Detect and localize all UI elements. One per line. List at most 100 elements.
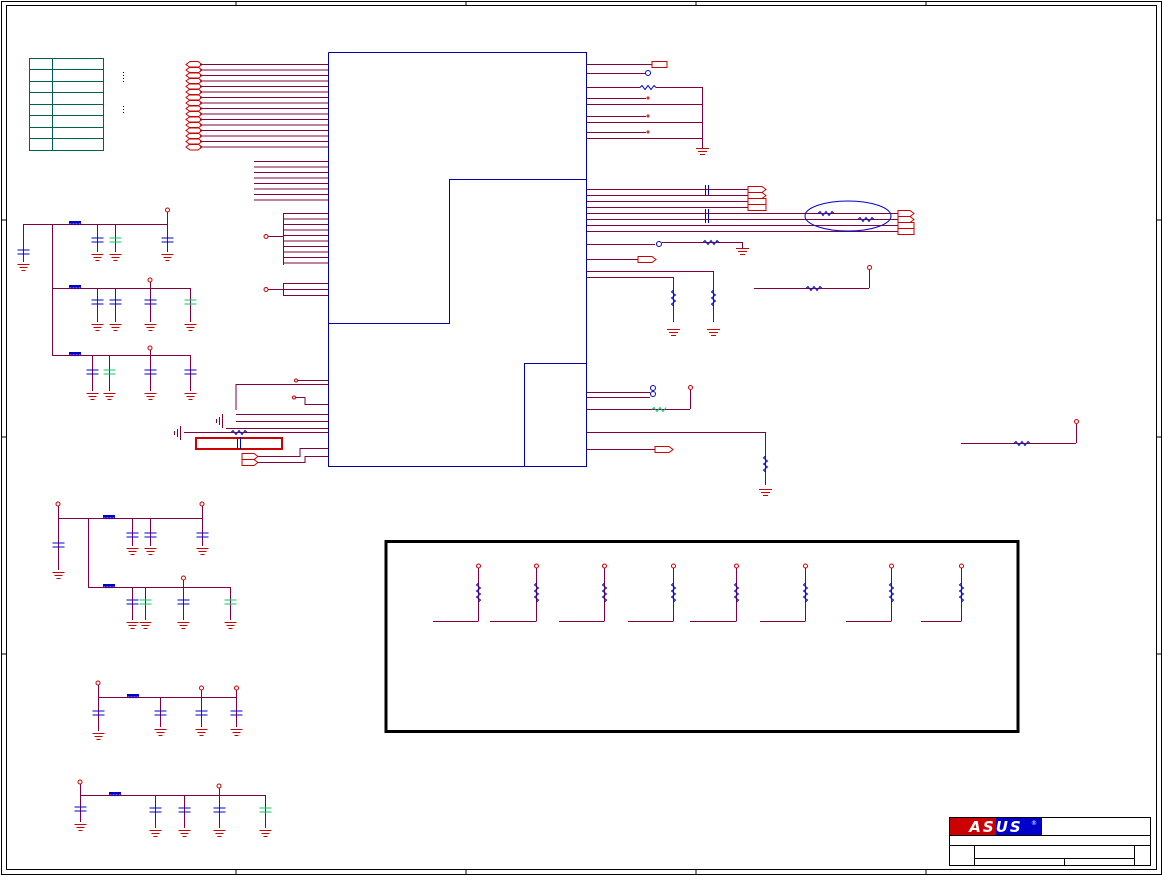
- right-signal-wires: [587, 64, 1077, 485]
- power-icon: [602, 563, 607, 569]
- off-page-connector-icon: [897, 228, 915, 235]
- ground-icon: [224, 622, 237, 629]
- power-icon: [734, 563, 739, 569]
- power-icon: [671, 563, 676, 569]
- ferrite-bead-icon: [69, 352, 81, 354]
- ground-icon: [86, 393, 99, 400]
- power-icon: [889, 563, 894, 569]
- ground-icon: [109, 324, 122, 331]
- sheet-frame: [1, 1, 1162, 875]
- power-icon: [216, 783, 222, 789]
- power-icon: [147, 345, 153, 351]
- ground-icon: [196, 548, 209, 555]
- ground-icon: [736, 248, 749, 255]
- ground-icon: [230, 729, 243, 736]
- off-page-connector-icon: [637, 256, 657, 263]
- test-point-icon: [650, 391, 656, 397]
- power-decoupling-groups: [17, 207, 272, 837]
- ferrite-bead-icon: [103, 515, 115, 517]
- ground-icon: [759, 489, 772, 496]
- test-point-icon: [645, 70, 651, 76]
- ground-icon: [144, 393, 157, 400]
- ground-icon: [707, 329, 720, 336]
- ground-icon: [177, 622, 190, 629]
- ground-icon: [195, 729, 208, 736]
- power-icon: [959, 563, 964, 569]
- ground-icon: [109, 254, 122, 261]
- power-icon: [234, 685, 239, 691]
- power-icon: [165, 207, 170, 213]
- ground-icon: [126, 622, 139, 629]
- ferrite-bead-icon: [103, 584, 115, 586]
- ground-icon: [74, 824, 87, 831]
- off-page-connector-icon: [651, 61, 668, 68]
- off-page-connector-icon: [747, 198, 767, 205]
- power-icon: [867, 265, 872, 270]
- power-icon: [476, 563, 481, 569]
- strap-resistors: [433, 563, 965, 622]
- resistor-icon: [639, 84, 657, 91]
- power-icon: [95, 680, 101, 686]
- power-icon: [803, 563, 808, 569]
- left-bus-connectors: [185, 61, 269, 292]
- left-bus-wires: [200, 64, 328, 296]
- ground-icon: [91, 324, 104, 331]
- off-page-connector-icon: [747, 204, 767, 211]
- ground-icon: [92, 733, 105, 740]
- power-icon: [55, 501, 61, 507]
- ground-icon: [259, 830, 272, 837]
- schematic-sheet: ASUS ®: [1, 1, 1162, 875]
- chip-left-lower-wires: [184, 380, 328, 463]
- logo-text: ASUS: [968, 818, 1022, 836]
- ground-icon: [149, 830, 162, 837]
- power-icon: [199, 501, 205, 507]
- power-icon: [199, 685, 204, 691]
- registered-mark: ®: [1031, 820, 1037, 827]
- ferrite-bead-icon: [69, 221, 81, 223]
- off-page-connector-icon: [241, 459, 259, 466]
- ground-icon: [174, 426, 181, 440]
- ground-icon: [213, 830, 226, 837]
- test-point-icon: [650, 385, 656, 391]
- ground-icon: [161, 254, 174, 261]
- strap-table: [29, 58, 104, 151]
- off-page-connector-icon: [654, 446, 674, 453]
- right-components: [637, 61, 1079, 496]
- ferrite-bead-icon: [109, 792, 121, 794]
- off-page-connector-icon: [241, 453, 259, 460]
- capacitor-icon: [705, 209, 709, 223]
- ground-icon: [696, 148, 709, 155]
- power-icon: [263, 234, 269, 239]
- ferrite-bead-icon: [69, 285, 81, 287]
- ground-icon: [154, 729, 167, 736]
- ground-icon: [667, 329, 680, 336]
- diff-pair-highlight: [804, 200, 892, 232]
- off-page-connector-icon: [747, 186, 767, 193]
- off-page-connector-icon: [897, 216, 915, 223]
- power-icon: [77, 779, 83, 785]
- power-icon: [181, 575, 186, 581]
- ground-icon: [103, 393, 116, 400]
- ground-icon: [216, 414, 223, 428]
- ground-icon: [184, 324, 197, 331]
- test-point-icon: [656, 241, 662, 247]
- ground-icon: [52, 572, 65, 579]
- ground-icon: [178, 830, 191, 837]
- ferrite-bead-icon: [127, 694, 139, 696]
- strap-dots: [123, 72, 124, 113]
- crystal-highlight: [195, 437, 283, 450]
- strap-resistor-box: [384, 540, 1020, 733]
- power-icon: [147, 277, 153, 283]
- power-icon: [688, 385, 693, 390]
- power-icon: [534, 563, 539, 569]
- ground-icon: [17, 264, 30, 271]
- ground-icon: [139, 622, 152, 629]
- off-page-connector-icon: [747, 192, 767, 199]
- ground-icon: [91, 254, 104, 261]
- off-page-connector-icon: [897, 210, 915, 217]
- ground-icon: [144, 548, 157, 555]
- off-page-connector-icon: [897, 222, 915, 229]
- main-chip-outline: [328, 52, 587, 467]
- ground-icon: [126, 548, 139, 555]
- power-icon: [263, 287, 269, 292]
